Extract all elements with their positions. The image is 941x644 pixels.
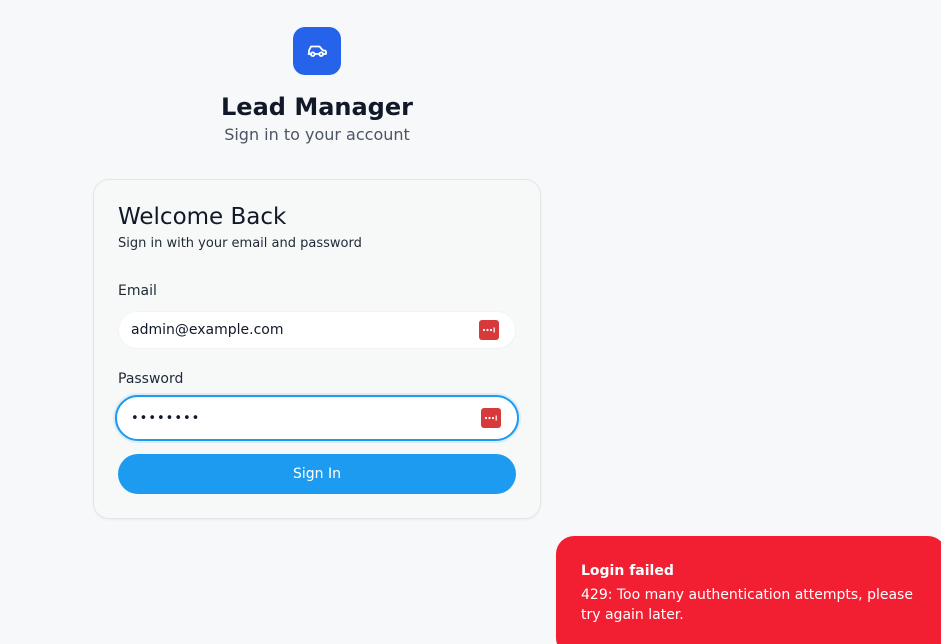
- card-title: Welcome Back: [118, 204, 287, 230]
- toast-title: Login failed: [581, 563, 674, 579]
- login-page: Lead Manager Sign in to your account Wel…: [0, 0, 941, 644]
- app-subtitle: Sign in to your account: [224, 125, 410, 144]
- password-label: Password: [118, 371, 184, 387]
- email-field[interactable]: [131, 312, 471, 348]
- password-field[interactable]: [131, 397, 471, 439]
- password-manager-icon[interactable]: [479, 320, 499, 340]
- password-manager-icon[interactable]: [481, 408, 501, 428]
- email-field-wrapper: [118, 311, 516, 349]
- toast-message: 429: Too many authentication attempts, p…: [581, 587, 913, 623]
- email-label: Email: [118, 283, 157, 299]
- app-logo: [293, 27, 341, 75]
- car-icon: [307, 45, 327, 57]
- sign-in-button[interactable]: Sign In: [118, 454, 516, 494]
- app-title: Lead Manager: [221, 93, 413, 121]
- login-card: Welcome Back Sign in with your email and…: [93, 179, 541, 519]
- error-toast[interactable]: Login failed 429: Too many authenticatio…: [556, 536, 941, 644]
- card-description: Sign in with your email and password: [118, 236, 362, 251]
- password-field-wrapper: [115, 395, 519, 441]
